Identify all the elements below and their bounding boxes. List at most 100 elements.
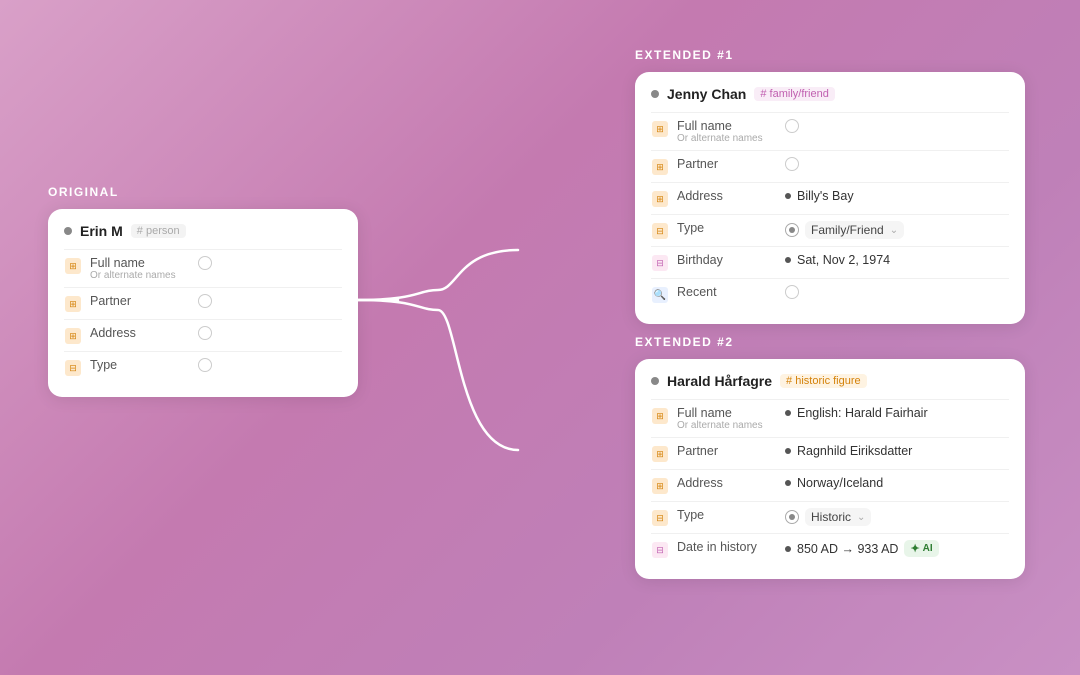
field-icon: ⊟ (64, 359, 82, 377)
field-icon: ⊞ (64, 327, 82, 345)
empty-circle (198, 358, 212, 372)
extended2-section: EXTENDED #2 Harald Hårfagre # historic f… (635, 335, 1025, 579)
select-value: Family/Friend (811, 223, 884, 237)
field-label-wrap: Partner (677, 157, 777, 171)
extended2-fields: ⊞ Full nameOr alternate names English: Har… (651, 399, 1009, 565)
field-label-wrap: Birthday (677, 253, 777, 267)
field-row: ⊞ Full nameOr alternate names (64, 249, 342, 287)
field-label: Recent (677, 285, 777, 299)
original-card-title: Erin M (80, 223, 123, 239)
field-label-wrap: Date in history (677, 540, 777, 554)
extended1-section: EXTENDED #1 Jenny Chan # family/friend ⊞… (635, 48, 1025, 324)
field-row: ⊟TypeFamily/Friend⌄ (651, 214, 1009, 246)
field-icon: 🔍 (651, 286, 669, 304)
original-card: Erin M # person ⊞ Full nameOr alternate n… (48, 209, 358, 397)
field-value: English: Harald Fairhair (785, 406, 1009, 420)
value-dot (785, 448, 791, 454)
field-row: ⊞ Partner (651, 150, 1009, 182)
original-card-header: Erin M # person (64, 223, 342, 239)
value-dot (785, 193, 791, 199)
field-icon: ⊞ (64, 257, 82, 275)
field-icon: ⊞ (651, 445, 669, 463)
field-value (785, 285, 1009, 299)
field-label-wrap: Type (90, 358, 190, 372)
extended1-label: EXTENDED #1 (635, 48, 1025, 62)
field-row: ⊞ Address (64, 319, 342, 351)
value-dot (785, 257, 791, 263)
field-label: Type (90, 358, 190, 372)
empty-circle (198, 326, 212, 340)
field-label-wrap: Partner (90, 294, 190, 308)
select-arrow-icon: ⌄ (890, 225, 898, 236)
field-row: 🔍 Recent (651, 278, 1009, 310)
empty-circle (785, 285, 799, 299)
extended1-card-tag: # family/friend (754, 87, 834, 101)
field-icon: ⊟ (651, 254, 669, 272)
extended1-fields: ⊞ Full nameOr alternate names ⊞ Partner ⊞ Add… (651, 112, 1009, 310)
field-label: Full name (90, 256, 190, 270)
field-label-wrap: Full nameOr alternate names (90, 256, 190, 281)
field-row: ⊞ Address Norway/Iceland (651, 469, 1009, 501)
empty-circle (785, 119, 799, 133)
field-label: Address (677, 189, 777, 203)
field-label: Partner (677, 444, 777, 458)
field-value: Billy's Bay (785, 189, 1009, 203)
value-text: Ragnhild Eiriksdatter (797, 444, 912, 458)
field-label-wrap: Recent (677, 285, 777, 299)
field-label: Birthday (677, 253, 777, 267)
extended1-header-dot (651, 90, 659, 98)
field-row: ⊟ Birthday Sat, Nov 2, 1974 (651, 246, 1009, 278)
value-text: 850 AD → 933 AD (797, 542, 898, 556)
field-label-wrap: Address (677, 476, 777, 490)
radio-dot (785, 223, 799, 237)
select-pill[interactable]: Historic⌄ (805, 508, 871, 526)
extended2-card-header: Harald Hårfagre # historic figure (651, 373, 1009, 389)
field-icon: ⊞ (651, 120, 669, 138)
field-value (198, 256, 342, 270)
field-label: Partner (90, 294, 190, 308)
field-sublabel: Or alternate names (677, 133, 777, 144)
original-fields: ⊞Full nameOr alternate names⊞Partner⊞Add… (64, 249, 342, 383)
empty-circle (198, 294, 212, 308)
brace-connector (358, 240, 578, 460)
field-icon: ⊞ (651, 477, 669, 495)
field-label-wrap: Full nameOr alternate names (677, 406, 777, 431)
field-value (198, 294, 342, 308)
field-icon: ⊟ (651, 541, 669, 559)
original-card-tag: # person (131, 224, 186, 238)
field-value (785, 119, 1009, 133)
value-text: Sat, Nov 2, 1974 (797, 253, 890, 267)
field-value (785, 157, 1009, 171)
field-icon: ⊞ (651, 190, 669, 208)
field-label: Address (677, 476, 777, 490)
field-value: Norway/Iceland (785, 476, 1009, 490)
extended1-card-header: Jenny Chan # family/friend (651, 86, 1009, 102)
extended1-card-title: Jenny Chan (667, 86, 746, 102)
field-sublabel: Or alternate names (677, 420, 777, 431)
value-text: Norway/Iceland (797, 476, 883, 490)
field-label-wrap: Full nameOr alternate names (677, 119, 777, 144)
field-label: Type (677, 221, 777, 235)
extended1-card: Jenny Chan # family/friend ⊞ Full nameOr … (635, 72, 1025, 324)
field-label: Type (677, 508, 777, 522)
select-pill[interactable]: Family/Friend ⌄ (805, 221, 904, 239)
field-label: Full name (677, 406, 777, 420)
radio-dot (785, 510, 799, 524)
field-value: 850 AD → 933 AD✦AI (785, 540, 1009, 557)
field-icon: ⊞ (651, 407, 669, 425)
field-row: ⊞ Address Billy's Bay (651, 182, 1009, 214)
field-label-wrap: Address (90, 326, 190, 340)
field-sublabel: Or alternate names (90, 270, 190, 281)
field-row: ⊞ Partner Ragnhild Eiriksdatter (651, 437, 1009, 469)
field-row: ⊟ Date in history 850 AD → 933 AD✦AI (651, 533, 1009, 565)
extended2-header-dot (651, 377, 659, 385)
value-text: Billy's Bay (797, 189, 854, 203)
field-icon: ⊞ (651, 158, 669, 176)
extended2-card-title: Harald Hårfagre (667, 373, 772, 389)
original-label: ORIGINAL (48, 185, 358, 199)
field-row: ⊟TypeHistoric⌄ (651, 501, 1009, 533)
field-value: Ragnhild Eiriksdatter (785, 444, 1009, 458)
field-value: Family/Friend ⌄ (785, 221, 1009, 239)
extended2-card: Harald Hårfagre # historic figure ⊞ Full … (635, 359, 1025, 579)
field-value: Sat, Nov 2, 1974 (785, 253, 1009, 267)
